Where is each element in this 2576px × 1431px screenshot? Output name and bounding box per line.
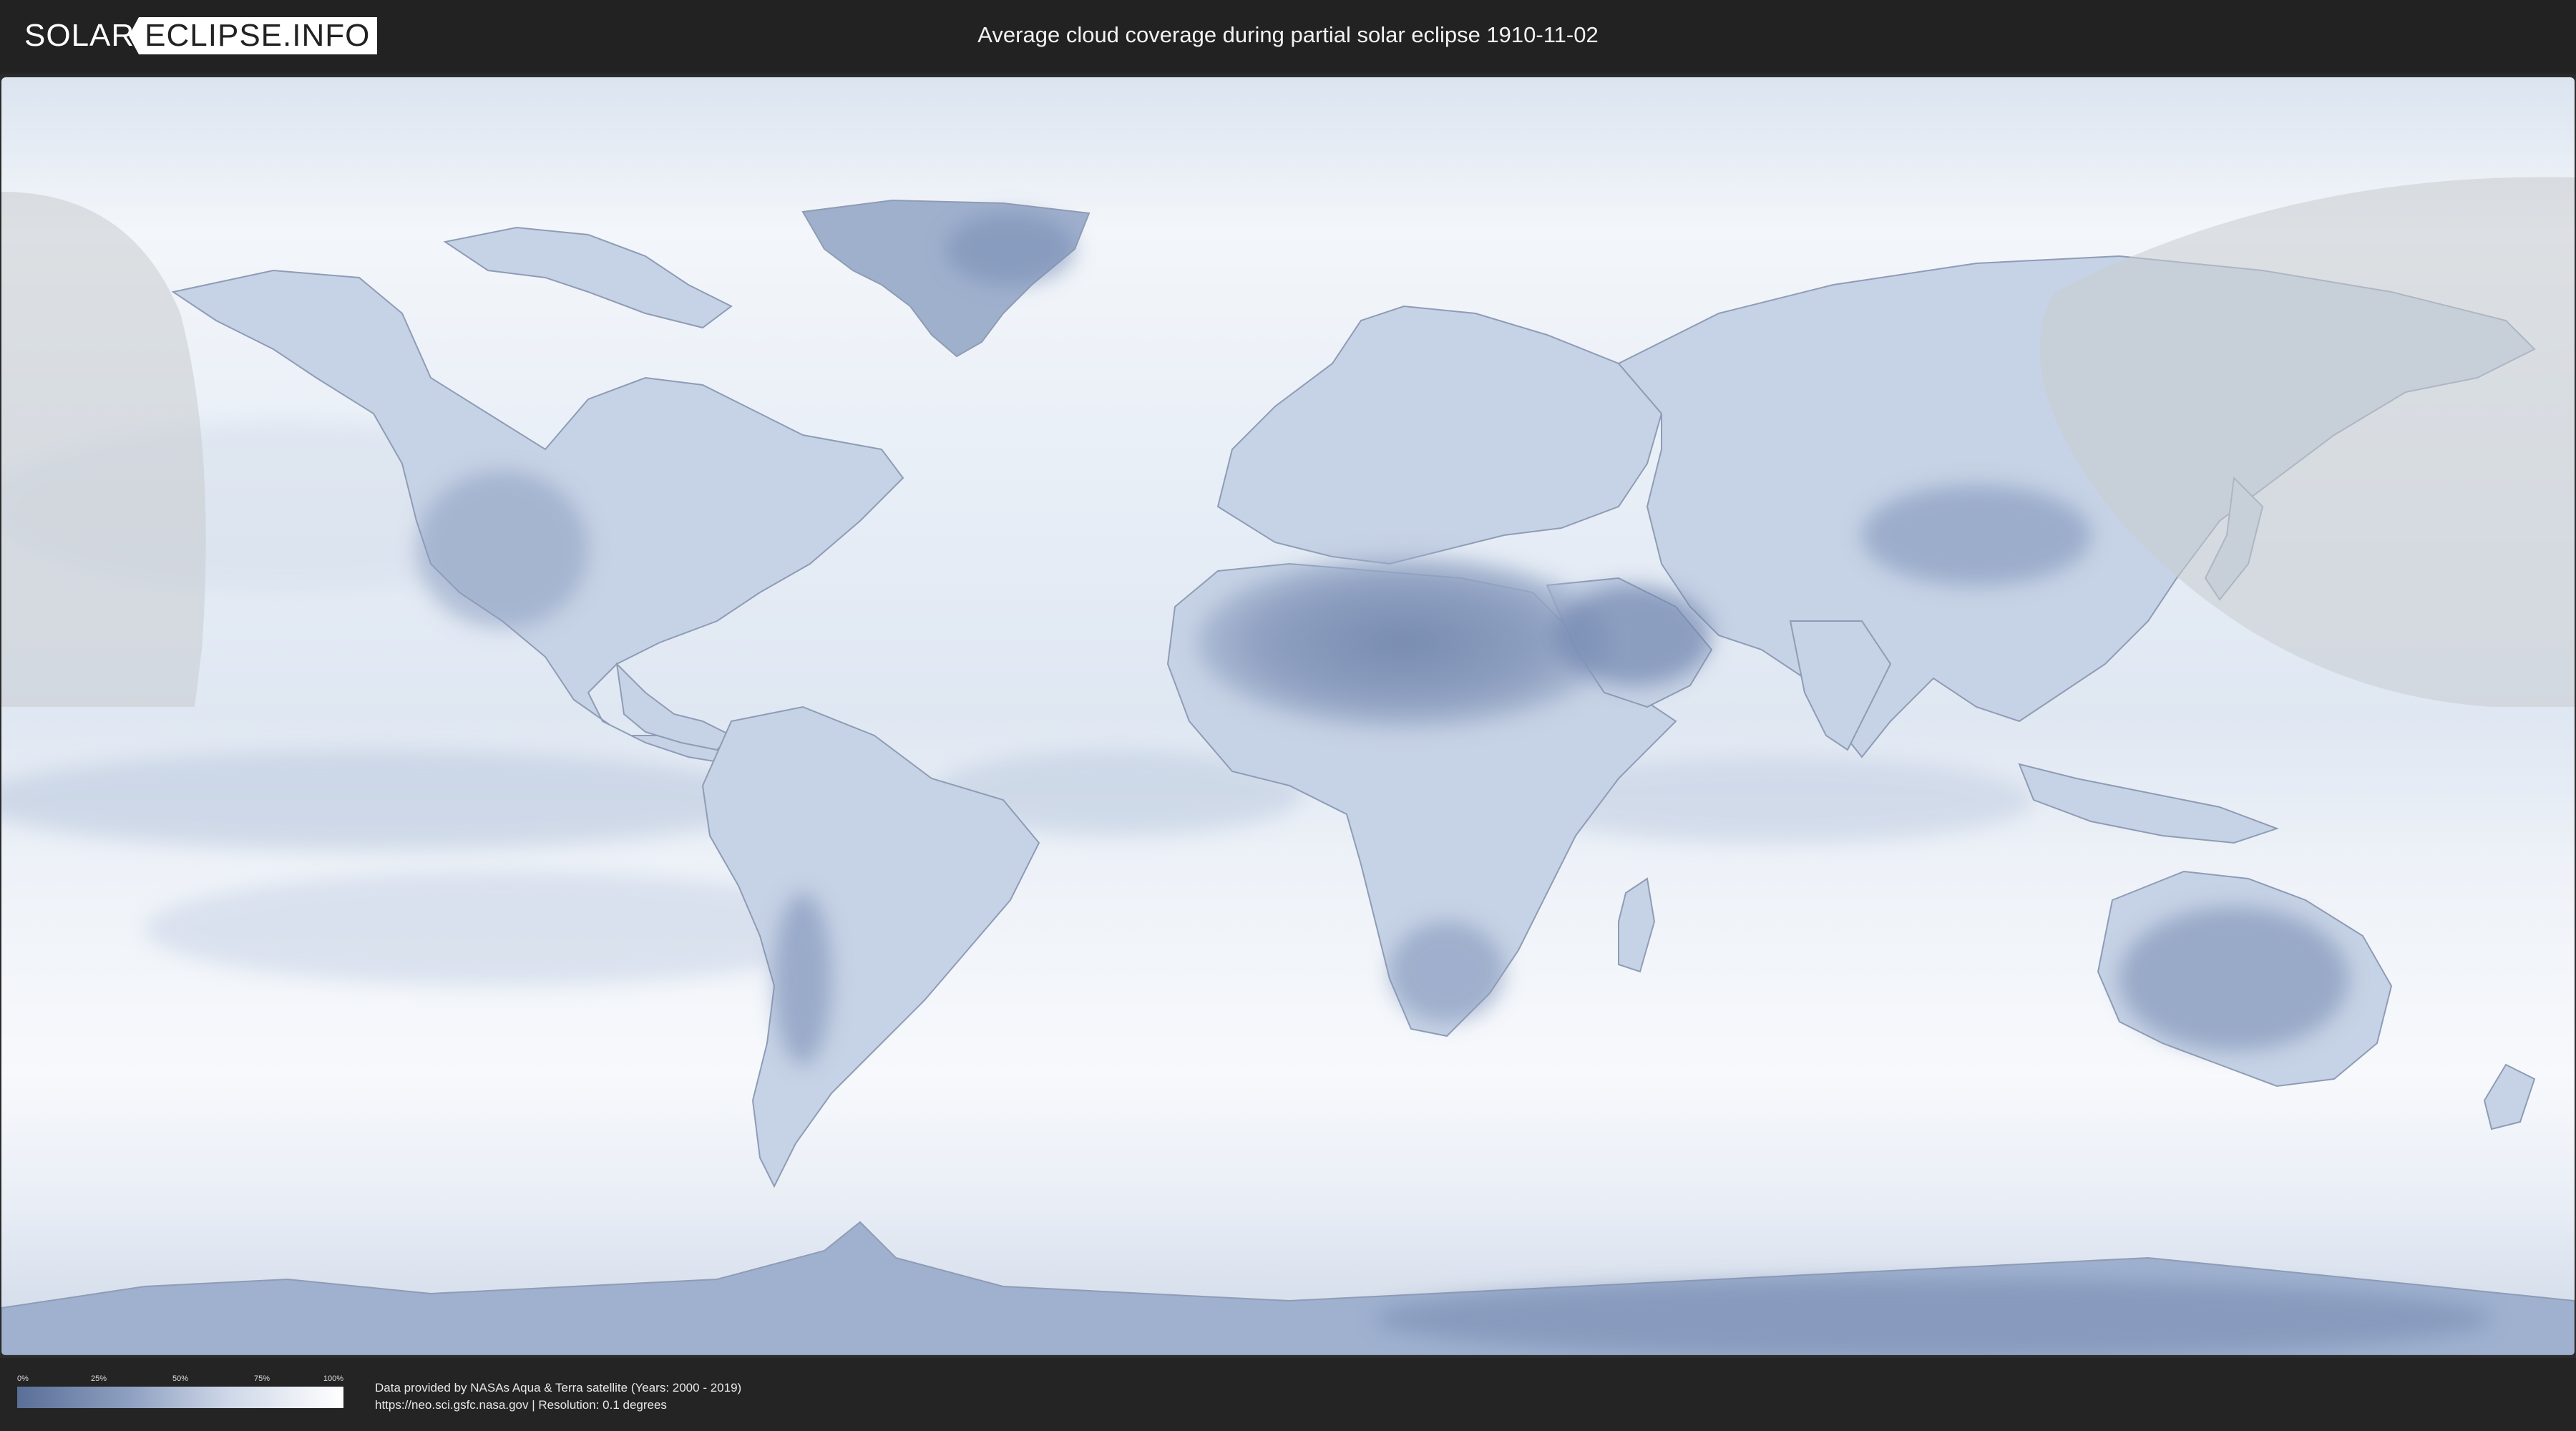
footer: 0% 25% 50% 75% 100% Data provided by NAS…: [0, 1358, 2576, 1431]
map-frame: [0, 74, 2576, 1358]
world-map-svg: [1, 77, 2575, 1355]
credits-url: https://neo.sci.gsfc.nasa.gov | Resoluti…: [375, 1398, 667, 1412]
cloud-coverage-map[interactable]: [1, 77, 2575, 1355]
legend-tick-25: 25%: [90, 1374, 107, 1383]
andes-dry: [774, 893, 831, 1065]
southern-africa-dry: [1390, 922, 1504, 1022]
legend-tick-100: 100%: [323, 1374, 343, 1383]
data-credits: Data provided by NASAs Aqua & Terra sate…: [375, 1379, 741, 1414]
legend-tick-0: 0%: [17, 1374, 29, 1383]
legend-ticks: 0% 25% 50% 75% 100%: [17, 1374, 343, 1384]
antarctica-dense: [1375, 1279, 2492, 1355]
header: SOLAR ECLIPSE.INFO Average cloud coverag…: [0, 0, 2576, 72]
legend-tick-50: 50%: [172, 1374, 189, 1383]
sahara-dry: [1196, 557, 1611, 728]
credits-source: Data provided by NASAs Aqua & Terra sate…: [375, 1381, 742, 1395]
page-title: Average cloud coverage during partial so…: [977, 22, 1599, 47]
greenland-dense: [946, 213, 1075, 285]
pacific-cloud-band: [1, 750, 774, 850]
legend-tick-75: 75%: [253, 1374, 270, 1383]
tibet-dry: [1862, 485, 2091, 585]
arabia-dry: [1554, 585, 1712, 685]
cloud-coverage-legend: 0% 25% 50% 75% 100%: [17, 1374, 343, 1412]
legend-color-scale: [17, 1387, 343, 1408]
australia-dry: [2119, 907, 2348, 1050]
north-america-dry: [416, 471, 588, 628]
